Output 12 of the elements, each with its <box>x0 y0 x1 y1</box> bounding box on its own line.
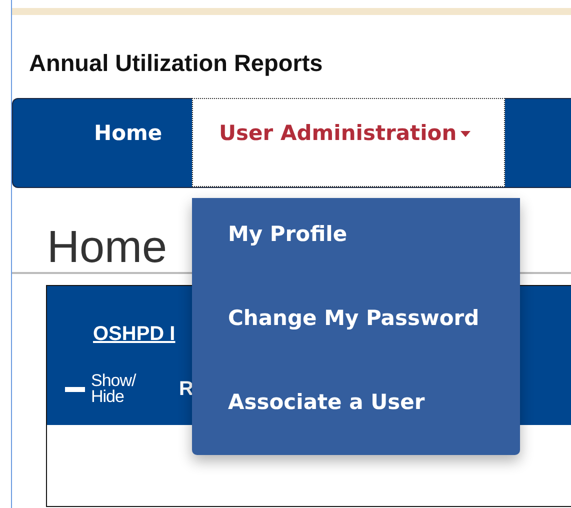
show-hide-toggle[interactable]: Show/ Hide <box>91 373 147 405</box>
page-heading: Home <box>47 222 168 272</box>
menu-item[interactable]: My Profile <box>192 199 348 283</box>
column-header: R <box>179 378 194 400</box>
caret-icon <box>460 131 471 137</box>
minus-icon[interactable] <box>65 386 85 392</box>
nav-tab[interactable]: Home <box>94 99 192 159</box>
menu-item[interactable]: Associate a User <box>192 367 425 451</box>
panel-link[interactable]: OSHPD I <box>93 323 176 345</box>
menu-item[interactable]: Change My Password <box>192 283 480 367</box>
nav-tab[interactable]: User Administration <box>192 98 505 187</box>
site-title: Annual Utilization Reports <box>29 50 323 76</box>
